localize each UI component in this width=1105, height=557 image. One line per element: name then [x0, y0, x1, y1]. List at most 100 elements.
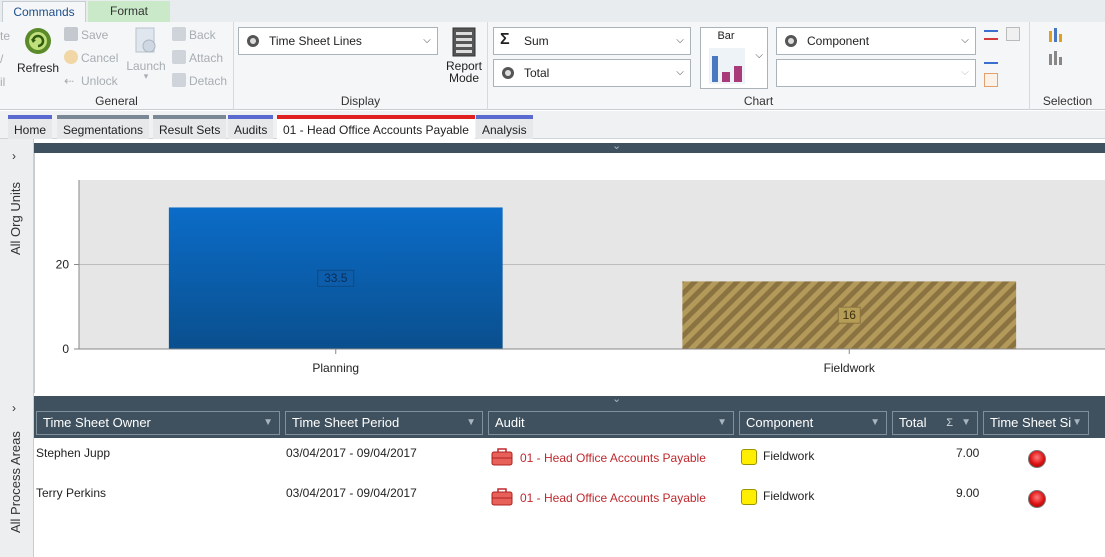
- refresh-button[interactable]: Refresh: [16, 26, 60, 75]
- column-header-component[interactable]: Component ▼: [739, 411, 887, 435]
- tab-analysis[interactable]: Analysis: [476, 115, 533, 139]
- tab-result-sets[interactable]: Result Sets: [153, 115, 227, 139]
- chart-panel-splitter[interactable]: ⌄: [34, 140, 1105, 153]
- collapse-chevron-icon[interactable]: ⌄: [612, 139, 621, 152]
- process-areas-filter[interactable]: All Process Areas: [8, 431, 23, 533]
- audit-link[interactable]: 01 - Head Office Accounts Payable: [520, 491, 706, 505]
- owner-cell: Terry Perkins: [36, 486, 107, 500]
- cancel-icon: [64, 50, 78, 64]
- attach-button[interactable]: Attach: [172, 49, 223, 67]
- tab-format[interactable]: Format: [88, 1, 170, 22]
- x-axis-labels: Planning Fieldwork: [79, 348, 1105, 375]
- filter-icon[interactable]: ▼: [263, 412, 273, 434]
- grid-header-row: Time Sheet Owner ▼ Time Sheet Period ▼ Aud…: [34, 406, 1105, 438]
- cut-button-bot[interactable]: il: [0, 73, 5, 91]
- select-all-icon[interactable]: [1047, 27, 1063, 43]
- tab-audits[interactable]: Audits: [228, 115, 274, 139]
- aggregate-value: Sum: [524, 34, 549, 48]
- component-status-icon: [741, 449, 757, 465]
- tab-head-office-accounts-payable[interactable]: 01 - Head Office Accounts Payable: [277, 115, 475, 139]
- y-axis-ticks: 0 20: [56, 180, 80, 356]
- grid-panel-splitter[interactable]: ⌄: [34, 393, 1105, 406]
- sum-indicator-icon: Σ: [946, 417, 953, 429]
- launch-button[interactable]: Launch ▾: [125, 26, 167, 82]
- signoff-status-icon[interactable]: [1028, 450, 1046, 468]
- group-label-selection: Selection: [1042, 94, 1093, 108]
- column-header-signoff[interactable]: Time Sheet Si ▼: [983, 411, 1089, 435]
- cut-button-top[interactable]: te: [0, 27, 10, 45]
- ribbon-group-general: te / il Refresh Save Cancel ⇠ Unlock Lau…: [0, 22, 234, 110]
- unlock-button[interactable]: ⇠ Unlock: [64, 72, 118, 90]
- cancel-label: Cancel: [81, 51, 119, 65]
- column-header-label: Audit: [495, 415, 525, 430]
- left-filter-sidebar: › All Org Units › All Process Areas: [0, 139, 34, 557]
- report-mode-button[interactable]: Report Mode: [442, 26, 486, 84]
- unlock-icon: ⇠: [64, 74, 75, 88]
- detach-label: Detach: [189, 74, 228, 88]
- aggregate-select[interactable]: Σ Sum ⌵: [493, 27, 691, 55]
- measure-select[interactable]: Total ⌵: [493, 59, 691, 87]
- signoff-status-icon[interactable]: [1028, 490, 1046, 508]
- component-cell: Fieldwork: [763, 449, 815, 463]
- ribbon-tab-strip: Commands Format: [0, 0, 1105, 22]
- back-button[interactable]: Back: [172, 26, 216, 44]
- column-header-owner[interactable]: Time Sheet Owner ▼: [36, 411, 280, 435]
- chart-type-select[interactable]: Bar ⌵: [700, 27, 768, 89]
- group-by-select[interactable]: Component ⌵: [776, 27, 976, 55]
- expand-org-units-icon[interactable]: ›: [12, 149, 16, 163]
- legend-icon[interactable]: [984, 30, 998, 40]
- chevron-down-icon: ⌵: [961, 67, 969, 78]
- component-status-icon: [741, 489, 757, 505]
- org-units-filter[interactable]: All Org Units: [8, 182, 23, 255]
- column-header-label: Time Sheet Period: [292, 415, 400, 430]
- component-cell: Fieldwork: [763, 489, 815, 503]
- detach-button[interactable]: Detach: [172, 72, 227, 90]
- view-select-value: Time Sheet Lines: [269, 34, 362, 48]
- cut-button-mid[interactable]: /: [0, 50, 3, 68]
- filter-icon[interactable]: ▼: [1072, 412, 1082, 434]
- data-table-icon[interactable]: [1006, 27, 1020, 41]
- x-tick-label: Planning: [312, 361, 359, 375]
- data-label: 33.5: [324, 271, 348, 285]
- owner-cell: Stephen Jupp: [36, 446, 111, 460]
- group-label-chart: Chart: [743, 94, 774, 108]
- refresh-label: Refresh: [16, 61, 60, 75]
- document-tab-strip: Home Segmentations Result Sets Audits 01…: [0, 111, 1105, 139]
- column-header-label: Time Sheet Si: [990, 415, 1072, 430]
- filter-icon[interactable]: ▼: [466, 412, 476, 434]
- total-cell: 7.00: [956, 446, 980, 460]
- audit-link[interactable]: 01 - Head Office Accounts Payable: [520, 451, 706, 465]
- save-button[interactable]: Save: [64, 26, 108, 44]
- series-by-select[interactable]: ⌵: [776, 59, 976, 87]
- tab-commands[interactable]: Commands: [2, 1, 86, 22]
- filter-icon[interactable]: ▼: [961, 412, 971, 434]
- period-cell: 03/04/2017 - 09/04/2017: [286, 446, 417, 460]
- filter-icon[interactable]: ▼: [717, 412, 727, 434]
- tab-segmentations[interactable]: Segmentations: [57, 115, 150, 139]
- view-select[interactable]: Time Sheet Lines ⌵: [238, 27, 438, 55]
- grid-lines-icon[interactable]: [984, 73, 998, 87]
- collapse-chevron-icon[interactable]: ⌄: [612, 392, 621, 405]
- column-header-period[interactable]: Time Sheet Period ▼: [285, 411, 483, 435]
- ribbon-group-display: Time Sheet Lines ⌵ Report Mode Display: [234, 22, 488, 110]
- group-label-general: General: [95, 94, 138, 108]
- measure-value: Total: [524, 66, 550, 80]
- launch-icon: [135, 27, 156, 53]
- column-header-audit[interactable]: Audit ▼: [488, 411, 734, 435]
- expand-process-areas-icon[interactable]: ›: [12, 401, 16, 415]
- clear-selection-icon[interactable]: [1047, 50, 1063, 66]
- bar-labels-icon[interactable]: [984, 52, 998, 64]
- column-header-total[interactable]: Total Σ ▼: [892, 411, 978, 435]
- grid-view-icon: [247, 35, 259, 47]
- cancel-button[interactable]: Cancel: [64, 49, 118, 67]
- x-tick-label: Fieldwork: [824, 361, 876, 375]
- tab-home[interactable]: Home: [8, 115, 53, 139]
- y-tick-label: 20: [56, 258, 70, 272]
- ribbon: te / il Refresh Save Cancel ⇠ Unlock Lau…: [0, 22, 1105, 110]
- chevron-down-icon: ⌵: [755, 50, 763, 61]
- bar-chart: 0 20 33.5 16 Planning Fieldwork: [56, 180, 1105, 375]
- ribbon-group-selection: Selection: [1030, 22, 1105, 110]
- filter-icon[interactable]: ▼: [870, 412, 880, 434]
- grid-body: Stephen Jupp 03/04/2017 - 09/04/2017 01 …: [34, 438, 1105, 557]
- group-label-display: Display: [340, 94, 381, 108]
